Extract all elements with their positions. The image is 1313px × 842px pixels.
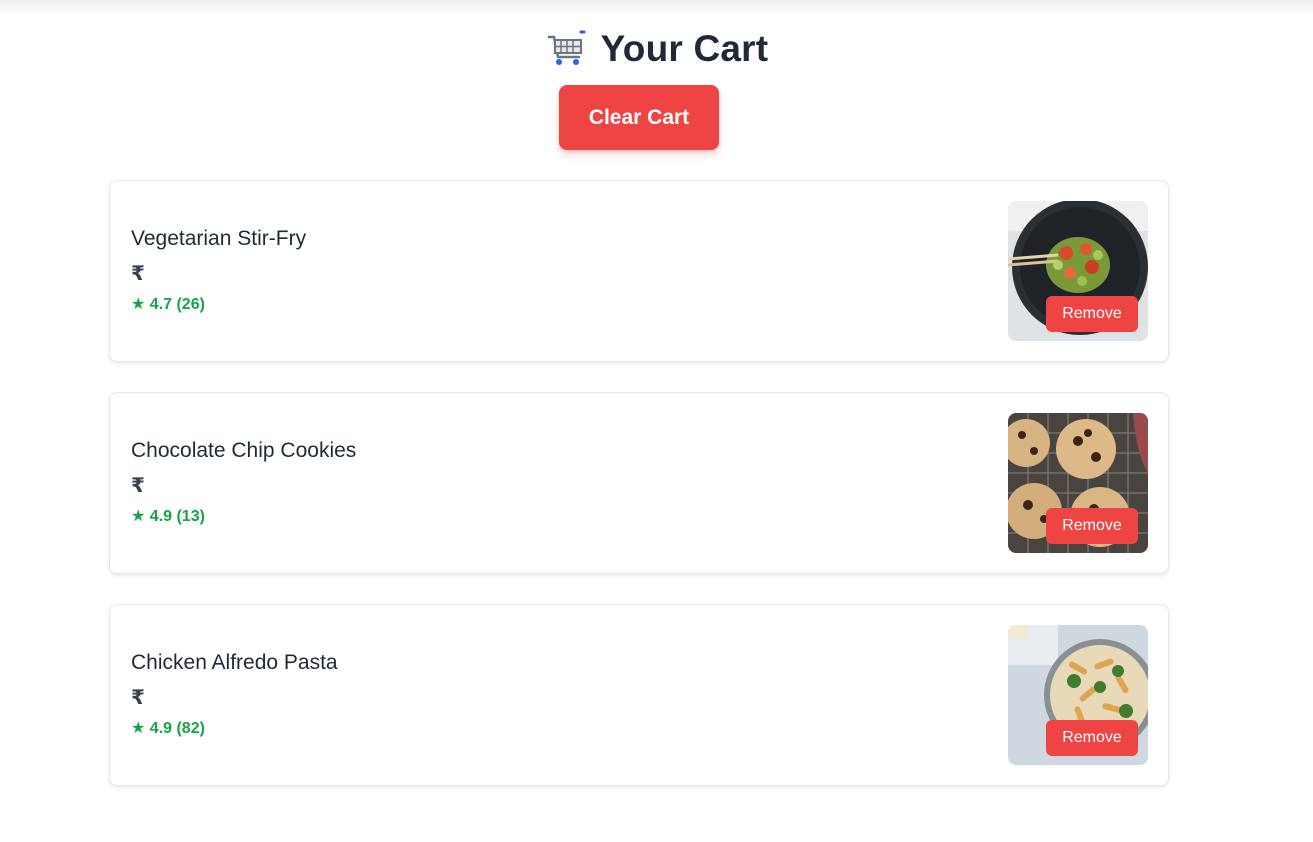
- item-rating: ★ 4.9 (13): [131, 508, 205, 525]
- cart-list: Vegetarian Stir-Fry ₹ ★ 4.7 (26) Remove …: [109, 180, 1169, 816]
- item-rating: ★ 4.9 (82): [131, 720, 205, 737]
- item-name: Vegetarian Stir-Fry: [131, 227, 307, 250]
- item-price: ₹: [131, 687, 145, 709]
- cart-item-card: Chocolate Chip Cookies ₹ ★ 4.9 (13) Remo…: [109, 392, 1169, 574]
- page-title: Your Cart: [600, 28, 769, 69]
- top-shadow: [0, 0, 1313, 14]
- item-price: ₹: [131, 475, 145, 497]
- remove-button[interactable]: Remove: [1046, 508, 1138, 544]
- item-name: Chicken Alfredo Pasta: [131, 651, 338, 674]
- item-price: ₹: [131, 263, 145, 285]
- item-info: Chicken Alfredo Pasta ₹ ★ 4.9 (82): [131, 651, 338, 738]
- item-rating: ★ 4.7 (26): [131, 296, 205, 313]
- cart-item-card: Vegetarian Stir-Fry ₹ ★ 4.7 (26) Remove: [109, 180, 1169, 362]
- item-name: Chocolate Chip Cookies: [131, 439, 357, 462]
- item-info: Vegetarian Stir-Fry ₹ ★ 4.7 (26): [131, 227, 306, 314]
- remove-button[interactable]: Remove: [1046, 296, 1138, 332]
- cart-item-card: Chicken Alfredo Pasta ₹ ★ 4.9 (82) Remov…: [109, 604, 1169, 786]
- clear-cart-button[interactable]: Clear Cart: [559, 85, 719, 150]
- shopping-cart-icon: [545, 29, 587, 69]
- item-info: Chocolate Chip Cookies ₹ ★ 4.9 (13): [131, 439, 356, 526]
- remove-button[interactable]: Remove: [1046, 720, 1138, 756]
- page-header: Your Cart: [0, 28, 1313, 70]
